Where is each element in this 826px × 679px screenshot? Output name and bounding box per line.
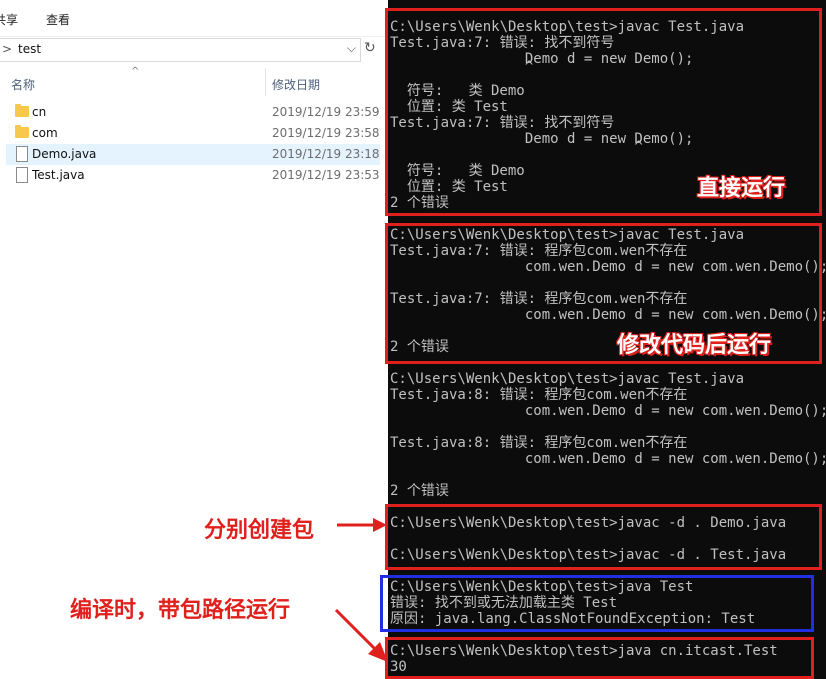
file-date: 2019/12/19 23:58 — [272, 126, 380, 140]
arrow-right-icon — [337, 518, 387, 532]
annotation-after-edit: 修改代码后运行 — [617, 333, 772, 358]
file-date: 2019/12/19 23:18 — [272, 147, 380, 161]
file-name: com — [32, 126, 58, 140]
column-divider[interactable] — [265, 68, 266, 96]
file-row-test-java[interactable]: Test.java 2019/12/19 23:53 — [6, 165, 380, 186]
file-name: cn — [32, 105, 47, 119]
refresh-icon[interactable]: ↻ — [364, 40, 376, 56]
folder-icon — [15, 125, 29, 138]
annotation-run-with-package: 编译时，带包路径运行 — [70, 598, 291, 623]
console-line: com.wen.Demo d = new com.wen.Demo(); — [390, 451, 826, 467]
annotation-direct-run: 直接运行 — [697, 176, 786, 201]
document-icon — [16, 146, 28, 162]
console-line: Test.java:8: 错误: 程序包com.wen不存在 — [390, 387, 688, 403]
tab-share[interactable]: 共享 — [0, 11, 18, 28]
file-name: Test.java — [32, 168, 85, 182]
console-line: C:\Users\Wenk\Desktop\test>javac Test.ja… — [390, 371, 745, 387]
console-line: Test.java:8: 错误: 程序包com.wen不存在 — [390, 435, 688, 451]
file-date: 2019/12/19 23:59 — [272, 105, 380, 119]
column-name-header[interactable]: 名称 — [11, 76, 35, 93]
tab-view[interactable]: 查看 — [46, 11, 70, 28]
file-row-cn[interactable]: cn 2019/12/19 23:59 — [6, 102, 380, 123]
document-icon — [16, 167, 28, 183]
console-line: 2 个错误 — [390, 483, 449, 499]
file-name: Demo.java — [32, 147, 97, 161]
highlight-box-create-packages — [385, 504, 822, 570]
file-row-com[interactable]: com 2019/12/19 23:58 — [6, 123, 380, 144]
folder-icon — [15, 104, 29, 117]
arrow-diagonal-icon — [334, 608, 388, 662]
highlight-box-class-not-found — [380, 575, 814, 632]
chevron-right-icon[interactable]: > — [2, 42, 12, 56]
ribbon: 共享 查看 — [0, 0, 388, 37]
chevron-down-icon[interactable]: ⌵ — [347, 41, 356, 56]
address-bar[interactable]: > test ⌵ — [0, 38, 361, 62]
file-explorer: 共享 查看 > test ⌵ ↻ ^ 名称 修改日期 cn 2019/12/19… — [0, 0, 388, 679]
file-row-demo-java[interactable]: Demo.java 2019/12/19 23:18 — [6, 144, 380, 165]
column-date-header[interactable]: 修改日期 — [272, 76, 320, 93]
file-date: 2019/12/19 23:53 — [272, 168, 380, 182]
address-path[interactable]: test — [18, 42, 41, 56]
annotation-create-packages: 分别创建包 — [204, 518, 315, 543]
highlight-box-run-with-package — [385, 637, 814, 679]
column-header: 名称 修改日期 — [0, 68, 388, 96]
console-line: com.wen.Demo d = new com.wen.Demo(); — [390, 403, 826, 419]
